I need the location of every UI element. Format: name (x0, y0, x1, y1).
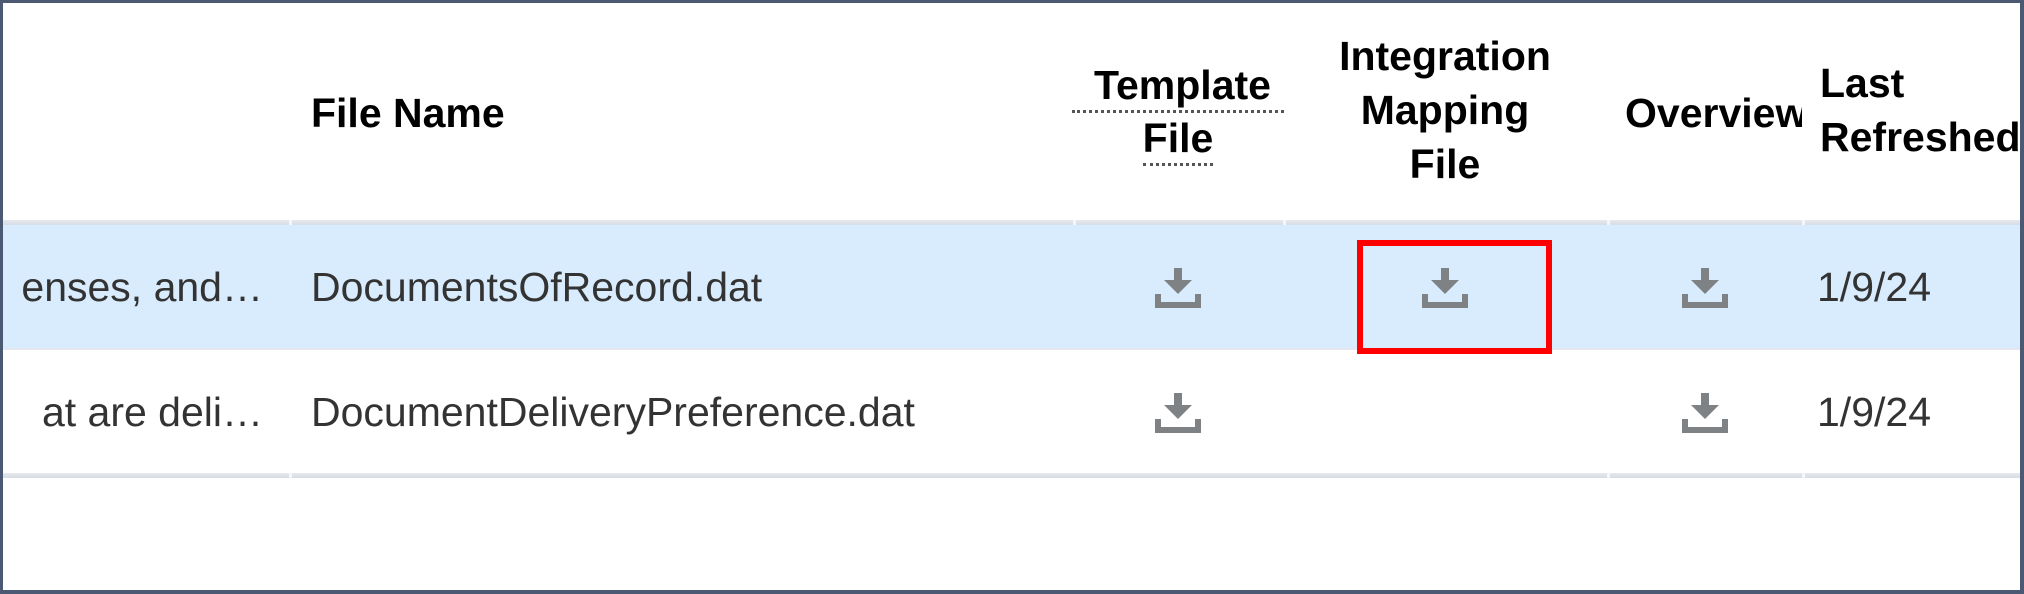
column-header-integration-mapping-file[interactable]: Integration Mapping File (1283, 3, 1607, 225)
table-header-row: File Name Template File Integration Mapp… (3, 3, 2021, 225)
cell-description: at are deli… (3, 350, 289, 475)
download-icon (1681, 392, 1728, 433)
cell-template-file (1073, 350, 1283, 475)
column-header-description[interactable] (3, 3, 289, 225)
cell-last-refreshed: 1/9/24 (1802, 225, 2020, 350)
download-icon (1681, 267, 1728, 308)
cell-file-name: DocumentDeliveryPreference.dat (289, 350, 1073, 475)
download-icon (1155, 392, 1201, 433)
cell-integration-mapping-file (1283, 225, 1607, 350)
column-separator (1802, 473, 1805, 478)
description-text: enses, and… (21, 264, 263, 310)
file-name-text: DocumentsOfRecord.dat (311, 264, 763, 310)
table-bottom-divider (3, 473, 2020, 478)
column-header-overview-label: Overview (1625, 89, 1802, 136)
column-separator (289, 473, 292, 478)
cell-template-file (1073, 225, 1283, 350)
column-header-last-refreshed-label-line1: Last (1820, 59, 1905, 106)
table-frame: File Name Template File Integration Mapp… (0, 0, 2024, 594)
integration-mapping-file-download-button[interactable] (1420, 266, 1470, 310)
column-header-file-name[interactable]: File Name (289, 3, 1073, 225)
column-separator (1607, 473, 1610, 478)
overview-download-button[interactable] (1680, 391, 1730, 435)
table-row[interactable]: enses, and… DocumentsOfRecord.dat 1/9/24 (3, 225, 2020, 350)
column-header-last-refreshed-label-line2: Refreshed (1820, 113, 2021, 160)
column-header-template-file-label-line2: File (1142, 113, 1214, 166)
column-header-integration-mapping-file-label-line3: File (1409, 140, 1481, 187)
cell-last-refreshed: 1/9/24 (1802, 350, 2020, 475)
column-header-integration-mapping-file-label-line1: Integration (1339, 32, 1551, 79)
last-refreshed-text: 1/9/24 (1817, 264, 1931, 310)
template-file-download-button[interactable] (1153, 391, 1203, 435)
download-icon (1155, 267, 1201, 308)
column-header-file-name-label: File Name (311, 89, 505, 136)
template-file-download-button[interactable] (1153, 266, 1203, 310)
file-name-text: DocumentDeliveryPreference.dat (311, 389, 915, 435)
table-row[interactable]: at are deli… DocumentDeliveryPreference.… (3, 350, 2020, 475)
cell-file-name: DocumentsOfRecord.dat (289, 225, 1073, 350)
cell-overview (1607, 225, 1802, 350)
column-header-template-file-label-line1: Template (1072, 60, 1284, 113)
column-header-overview[interactable]: Overview (1607, 3, 1802, 225)
column-header-last-refreshed[interactable]: Last Refreshed (1802, 3, 2021, 225)
column-header-integration-mapping-file-label-line2: Mapping (1360, 86, 1530, 133)
description-text: at are deli… (41, 389, 263, 435)
cell-integration-mapping-file (1283, 350, 1607, 475)
column-header-template-file[interactable]: Template File (1072, 3, 1284, 225)
cell-description: enses, and… (3, 225, 289, 350)
download-icon (1422, 267, 1468, 308)
cell-overview (1607, 350, 1802, 475)
overview-download-button[interactable] (1680, 266, 1730, 310)
last-refreshed-text: 1/9/24 (1817, 389, 1931, 435)
